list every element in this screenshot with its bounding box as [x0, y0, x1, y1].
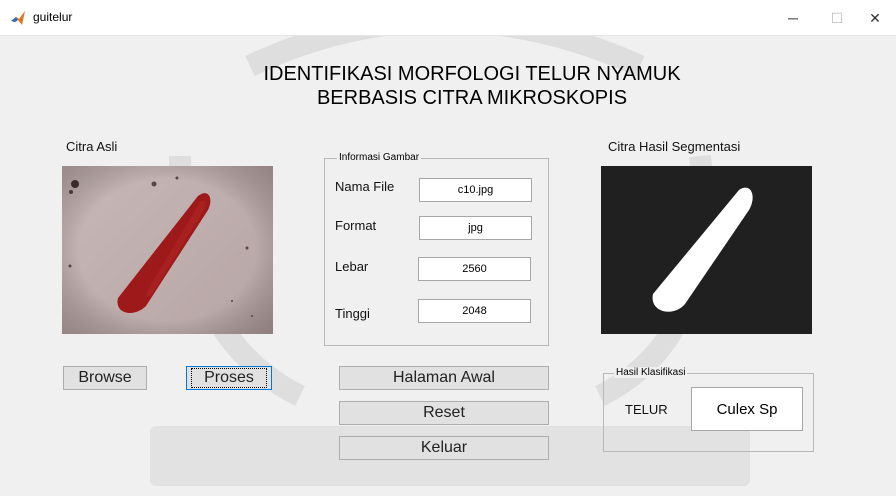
width-field[interactable]: 2560 — [418, 257, 531, 281]
title-bar: guitelur ─ ☐ ✕ — [0, 0, 896, 36]
minimize-button[interactable]: ─ — [770, 0, 816, 36]
page-heading: IDENTIFIKASI MORFOLOGI TELUR NYAMUK BERB… — [200, 62, 744, 110]
maximize-icon: ☐ — [830, 9, 844, 26]
exit-button[interactable]: Keluar — [339, 436, 549, 460]
process-button[interactable]: Proses — [186, 366, 272, 390]
filename-field[interactable]: c10.jpg — [419, 178, 532, 202]
width-label: Lebar — [335, 259, 369, 274]
heading-line-1: IDENTIFIKASI MORFOLOGI TELUR NYAMUK — [263, 63, 681, 85]
window-title: guitelur — [33, 10, 73, 24]
close-button[interactable]: ✕ — [852, 0, 896, 36]
process-label: Proses — [191, 368, 267, 388]
browse-button[interactable]: Browse — [63, 366, 147, 390]
height-field[interactable]: 2048 — [418, 299, 531, 323]
home-button[interactable]: Halaman Awal — [339, 366, 549, 390]
classification-label: TELUR — [625, 402, 668, 417]
segmented-image — [601, 166, 812, 334]
browse-label: Browse — [78, 369, 132, 386]
height-label: Tinggi — [335, 306, 370, 321]
reset-label: Reset — [423, 404, 465, 421]
reset-button[interactable]: Reset — [339, 401, 549, 425]
segmented-image-label: Citra Hasil Segmentasi — [608, 139, 741, 154]
heading-line-2: BERBASIS CITRA MIKROSKOPIS — [316, 87, 628, 109]
format-label: Format — [335, 218, 377, 233]
exit-label: Keluar — [420, 439, 468, 456]
matlab-icon — [11, 11, 25, 25]
format-field[interactable]: jpg — [419, 216, 532, 240]
classification-result: Culex Sp — [691, 387, 803, 431]
original-image-label: Citra Asli — [66, 139, 118, 154]
original-image — [62, 166, 273, 334]
minimize-icon: ─ — [788, 10, 798, 26]
home-label: Halaman Awal — [393, 369, 495, 386]
filename-label: Nama File — [335, 179, 395, 194]
close-icon: ✕ — [869, 9, 881, 26]
info-panel-title: Informasi Gambar — [337, 152, 422, 163]
classification-panel-title: Hasil Klasifikasi — [614, 367, 688, 378]
